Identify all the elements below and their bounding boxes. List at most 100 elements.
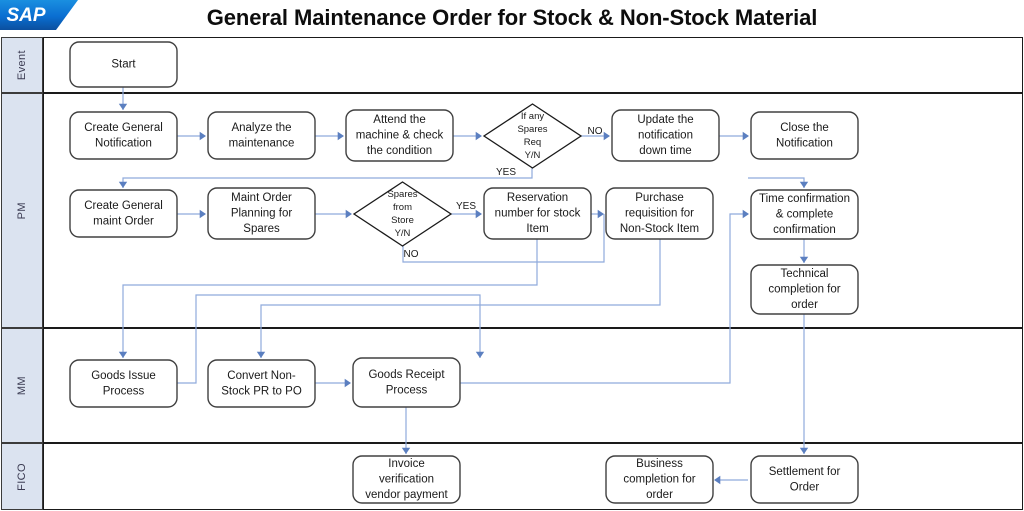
node-label-order-planning: Planning for — [231, 208, 293, 220]
node-label-order-planning: Maint Order — [231, 192, 292, 204]
node-label-close-notif: Notification — [776, 137, 833, 149]
connector-spares-req-yes-to-create-ord — [122, 168, 533, 188]
node-create-order[interactable]: Create General maint Order — [69, 189, 178, 238]
node-label-goods-issue: Goods Issue — [91, 370, 156, 382]
node-analyze-maint[interactable]: Analyze the maintenance — [207, 111, 316, 160]
node-label-spares-req: Req — [524, 137, 541, 148]
arrow-close-notif — [742, 131, 749, 141]
connector-purchase-req-to-convert — [260, 239, 661, 358]
node-shape-create-notif — [69, 111, 178, 160]
node-shape-goods-issue — [69, 359, 178, 408]
node-label-close-notif: Close the — [780, 122, 829, 134]
node-spares-store[interactable]: Spares from Store Y/N — [352, 181, 453, 247]
flowchart-page: SAP General Maintenance Order for Stock … — [0, 0, 1024, 511]
node-start[interactable]: Start — [69, 41, 178, 88]
node-label-settlement: Settlement for — [769, 466, 841, 478]
node-label-reservation: Reservation — [507, 192, 568, 204]
node-business-compl[interactable]: Business completion for order — [605, 455, 714, 504]
node-label-purchase-req: Purchase — [635, 192, 684, 204]
node-time-confirm[interactable]: Time confirmation & complete confirmation — [750, 189, 859, 240]
node-shape-settlement — [750, 455, 859, 504]
arrow-store-dec — [345, 209, 352, 219]
node-label-tech-completion: order — [791, 299, 818, 311]
node-label-update-notif: down time — [639, 145, 691, 157]
node-label-settlement: Order — [790, 481, 820, 493]
connector-purchase-req-to-time-conf — [748, 177, 805, 188]
node-label-spares-store: from — [393, 202, 412, 213]
node-goods-issue[interactable]: Goods Issue Process — [69, 359, 178, 408]
node-label-time-confirm: Time confirmation — [759, 193, 850, 205]
node-label-spares-store: Store — [391, 215, 414, 226]
node-shape-close-notif — [750, 111, 859, 160]
arrow-time-conf-top — [799, 181, 809, 188]
node-label-goods-receipt: Goods Receipt — [368, 369, 445, 381]
arrow-goods-receipt2 — [475, 351, 485, 358]
node-label-time-confirm: confirmation — [773, 224, 836, 236]
node-label-reservation: Item — [526, 223, 548, 235]
node-label-invoice-verif: Invoice — [388, 458, 424, 470]
node-close-notif[interactable]: Close the Notification — [750, 111, 859, 160]
node-label-purchase-req: requisition for — [625, 208, 694, 220]
node-label-create-order: Create General — [84, 200, 163, 212]
edge-label-yes-spares-req: YES — [496, 167, 516, 178]
node-label-analyze-maint: Analyze the — [231, 122, 291, 134]
node-label-invoice-verif: verification — [379, 474, 434, 486]
node-shape-goods-receipt — [352, 357, 461, 408]
connector-reservation-to-goods-issue — [122, 239, 538, 358]
node-label-attend-machine: the condition — [367, 145, 432, 157]
node-label-spares-store: Spares — [387, 189, 417, 200]
node-update-notif[interactable]: Update the notification down time — [611, 109, 720, 162]
edge-label-no-spares-req: NO — [588, 126, 603, 137]
node-settlement[interactable]: Settlement for Order — [750, 455, 859, 504]
arrow-settlement — [799, 447, 809, 454]
arrow-attend — [337, 131, 344, 141]
node-label-update-notif: notification — [638, 130, 693, 142]
node-invoice-verif[interactable]: Invoice verification vendor payment — [352, 455, 461, 504]
node-create-notif[interactable]: Create General Notification — [69, 111, 178, 160]
node-convert-pr-po[interactable]: Convert Non- Stock PR to PO — [207, 359, 316, 408]
node-label-invoice-verif: vendor payment — [365, 489, 448, 501]
node-reservation[interactable]: Reservation number for stock Item — [483, 187, 592, 240]
node-label-spares-store: Y/N — [395, 228, 411, 239]
arrow-planning — [199, 209, 206, 219]
node-label-create-notif: Create General — [84, 122, 163, 134]
node-label-tech-completion: completion for — [768, 284, 840, 296]
arrow-time-conf-lft — [742, 209, 749, 219]
node-label-reservation: number for stock — [495, 208, 581, 220]
arrow-invoice — [401, 447, 411, 454]
node-order-planning[interactable]: Maint Order Planning for Spares — [207, 187, 316, 240]
edge-label-yes-from-store: YES — [456, 201, 476, 212]
node-label-tech-completion: Technical — [781, 268, 829, 280]
arrow-analyze — [199, 131, 206, 141]
arrow-convert — [256, 351, 266, 358]
arrow-reservation — [475, 209, 482, 219]
arrow-goods-receipt — [344, 378, 351, 388]
arrow-purchase-req — [597, 209, 604, 219]
node-attend-machine[interactable]: Attend the machine & check the condition — [345, 109, 454, 162]
node-layer: Start Create General Notification Analyze t… — [69, 41, 859, 504]
node-label-purchase-req: Non-Stock Item — [620, 223, 699, 235]
node-label-convert-pr-po: Convert Non- — [227, 370, 296, 382]
node-shape-convert-pr-po — [207, 359, 316, 408]
node-label-attend-machine: machine & check — [356, 130, 444, 142]
arrow-create-notif — [118, 103, 128, 110]
node-label-goods-receipt: Process — [386, 384, 428, 396]
node-shape-create-order — [69, 189, 178, 238]
node-label-create-order: maint Order — [93, 215, 154, 227]
node-goods-receipt[interactable]: Goods Receipt Process — [352, 357, 461, 408]
node-label-spares-req: Y/N — [525, 150, 541, 161]
node-label-spares-req: If any — [521, 111, 544, 122]
node-label-convert-pr-po: Stock PR to PO — [221, 385, 302, 397]
arrow-goods-issue — [118, 351, 128, 358]
node-purchase-req[interactable]: Purchase requisition for Non-Stock Item — [605, 187, 714, 240]
node-label-create-notif: Notification — [95, 137, 152, 149]
node-label-spares-req: Spares — [517, 124, 547, 135]
node-tech-completion[interactable]: Technical completion for order — [750, 264, 859, 315]
node-label-update-notif: Update the — [637, 114, 693, 126]
flow-diagram: NO YES YES NO Start Create General Notificati… — [69, 41, 859, 504]
node-label-attend-machine: Attend the — [373, 114, 425, 126]
node-label-business-compl: order — [646, 489, 673, 501]
arrow-tech-compl — [799, 256, 809, 263]
node-spares-req[interactable]: If any Spares Req Y/N — [482, 103, 583, 169]
node-label-goods-issue: Process — [103, 385, 145, 397]
